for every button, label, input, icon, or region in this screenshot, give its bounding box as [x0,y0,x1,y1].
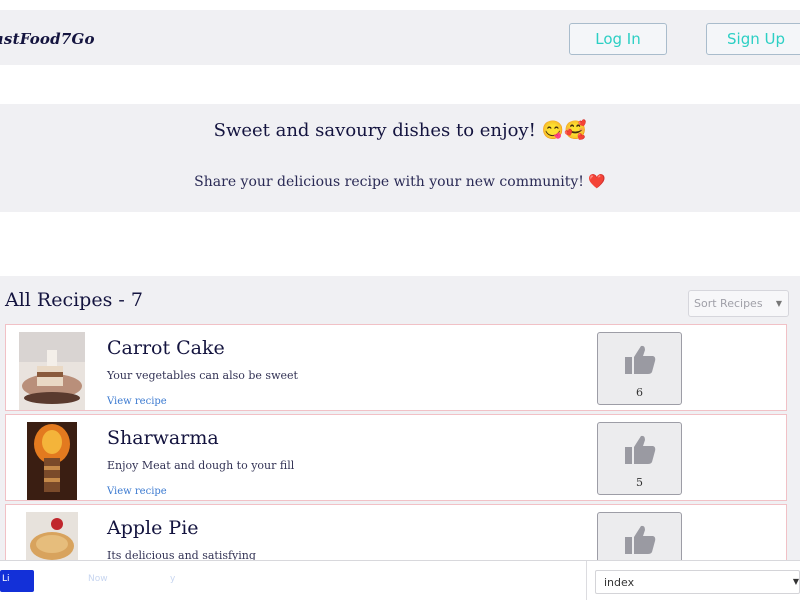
like-button[interactable]: 5 [597,422,682,495]
chevron-down-icon: ▼ [775,299,782,308]
toolbar-faint-text: Now [88,574,108,584]
thumbs-up-icon [625,435,656,464]
recipe-image-apple-pie[interactable] [26,512,78,564]
toolbar-button[interactable]: Li [0,570,34,592]
thumbs-up-icon [625,345,656,374]
navbar: astFood7Go Log In Sign Up [0,10,800,65]
recipe-title[interactable]: Carrot Cake [107,337,225,359]
toolbar-divider [586,561,587,600]
view-recipe-link[interactable]: View recipe [107,486,167,497]
hero-subtitle: Share your delicious recipe with your ne… [194,174,606,190]
bottom-toolbar: Li Now y index ▼ [0,560,800,600]
like-button[interactable]: 6 [597,332,682,405]
like-count: 6 [636,386,643,399]
thumbs-up-icon [625,525,656,554]
recipe-description: Your vegetables can also be sweet [107,369,298,382]
brand-logo[interactable]: astFood7Go [0,30,95,48]
page-select[interactable]: index ▼ [595,570,800,594]
recipe-card: Sharwarma Enjoy Meat and dough to your f… [5,414,787,501]
chevron-down-icon: ▼ [792,577,799,586]
recipe-title[interactable]: Apple Pie [107,517,199,539]
like-count: 5 [636,476,643,489]
recipe-image-carrot-cake[interactable] [19,332,85,410]
view-recipe-link[interactable]: View recipe [107,396,167,407]
sort-placeholder: Sort Recipes [694,297,763,310]
page-select-value: index [604,576,635,589]
recipe-description: Enjoy Meat and dough to your fill [107,459,295,472]
recipe-card: Carrot Cake Your vegetables can also be … [5,324,787,411]
recipe-title[interactable]: Sharwarma [107,427,219,449]
recipes-heading: All Recipes - 7 [5,289,143,311]
toolbar-faint-text: y [170,574,176,584]
hero-title: Sweet and savoury dishes to enjoy! 😋🥰 [213,120,587,141]
hero-banner: Sweet and savoury dishes to enjoy! 😋🥰 Sh… [0,104,800,212]
login-button[interactable]: Log In [569,23,667,55]
signup-button[interactable]: Sign Up [706,23,800,55]
recipe-image-sharwarma[interactable] [27,422,77,500]
sort-recipes-select[interactable]: Sort Recipes ▼ [688,290,789,317]
